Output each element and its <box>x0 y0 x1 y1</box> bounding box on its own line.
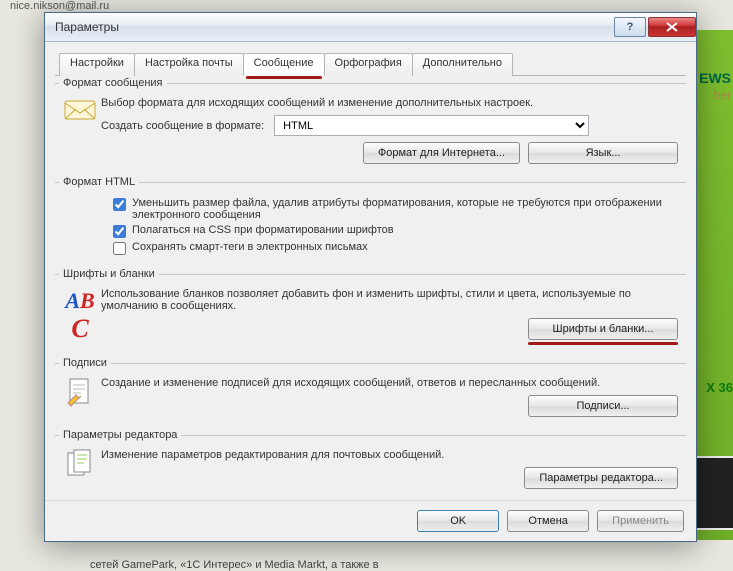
tab-message[interactable]: Сообщение <box>243 53 325 76</box>
group-legend: Подписи <box>59 357 111 369</box>
signature-icon <box>66 377 94 407</box>
compose-label: Создать сообщение в формате: <box>101 120 264 132</box>
group-fonts-stationery: Шрифты и бланки ABC Использование бланко… <box>55 268 686 351</box>
chk-smart-tags[interactable]: Сохранять смарт-теги в электронных письм… <box>113 241 682 255</box>
chk-reduce-size-box[interactable] <box>113 198 126 211</box>
ed-desc: Изменение параметров редактирования для … <box>101 449 682 461</box>
chk-smart-tags-box[interactable] <box>113 242 126 255</box>
help-button[interactable]: ? <box>614 17 646 37</box>
dialog-footer: OK Отмена Применить <box>45 500 696 541</box>
chk-css-fonts-box[interactable] <box>113 225 126 238</box>
sig-desc: Создание и изменение подписей для исходя… <box>101 377 682 389</box>
dialog-title: Параметры <box>55 20 614 34</box>
signatures-button[interactable]: Подписи... <box>528 395 678 417</box>
group-editor-options: Параметры редактора Изменение параметров… <box>55 429 686 495</box>
internet-format-button[interactable]: Формат для Интернета... <box>363 142 520 164</box>
editor-icon <box>66 449 94 479</box>
group-legend: Формат сообщения <box>59 77 167 89</box>
language-button[interactable]: Язык... <box>528 142 678 164</box>
editor-options-button[interactable]: Параметры редактора... <box>524 467 678 489</box>
group-legend: Параметры редактора <box>59 429 181 441</box>
bg-email: nice.nikson@mail.ru <box>10 0 109 12</box>
group-message-format: Формат сообщения Выбор формата для исход… <box>55 77 686 170</box>
bg-sidebar: EWS ber X 36 <box>696 30 733 540</box>
format-desc: Выбор формата для исходящих сообщений и … <box>101 97 682 109</box>
fonts-stationery-button[interactable]: Шрифты и бланки... <box>528 318 678 340</box>
envelope-icon <box>64 97 96 121</box>
group-legend: Шрифты и бланки <box>59 268 159 280</box>
chk-css-fonts[interactable]: Полагаться на CSS при форматировании шри… <box>113 224 682 238</box>
cancel-button[interactable]: Отмена <box>507 510 589 532</box>
group-legend: Формат HTML <box>59 176 139 188</box>
group-signatures: Подписи Создание и изменение подписей дл… <box>55 357 686 423</box>
compose-format-select[interactable]: HTML <box>274 115 589 136</box>
group-html-format: Формат HTML Уменьшить размер файла, удал… <box>55 176 686 262</box>
apply-button[interactable]: Применить <box>597 510 684 532</box>
options-dialog: Параметры ? Настройки Настройка почты Со… <box>44 12 697 542</box>
tab-content: Формат сообщения Выбор формата для исход… <box>55 73 686 497</box>
bg-article-text: сетей GamePark, «1С Интерес» и Media Mar… <box>90 559 590 571</box>
fonts-desc: Использование бланков позволяет добавить… <box>101 288 682 312</box>
abc-icon: ABC <box>65 288 94 344</box>
ok-button[interactable]: OK <box>417 510 499 532</box>
titlebar: Параметры ? <box>45 13 696 42</box>
close-button[interactable] <box>648 17 696 37</box>
chk-reduce-size[interactable]: Уменьшить размер файла, удалив атрибуты … <box>113 197 682 221</box>
